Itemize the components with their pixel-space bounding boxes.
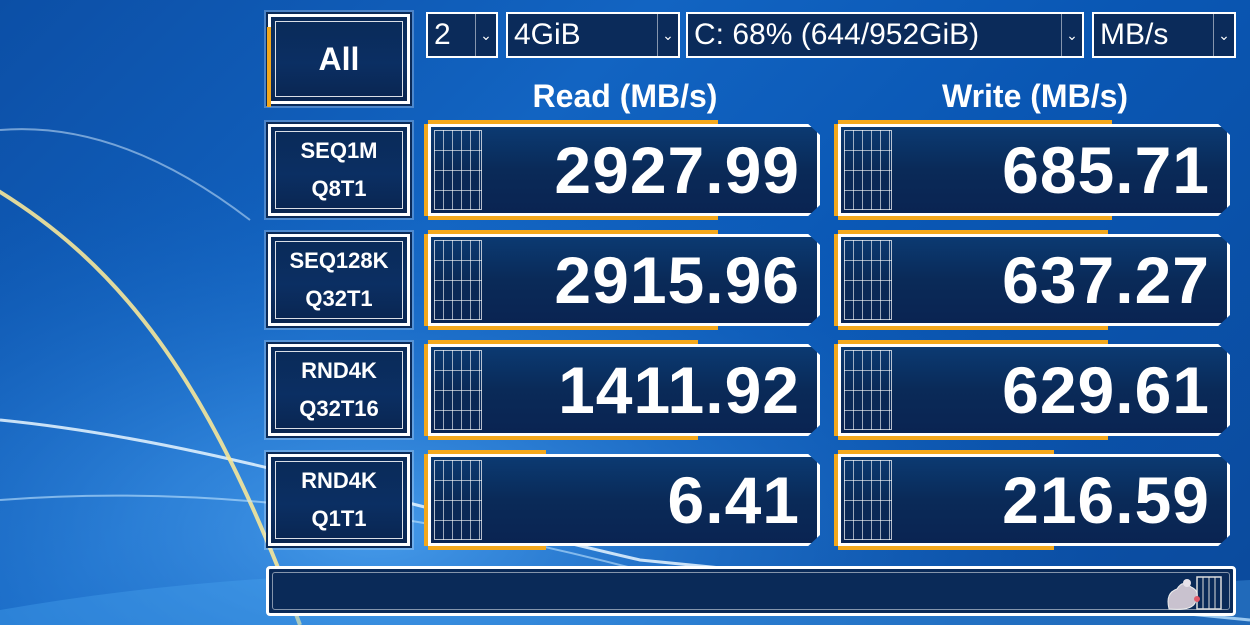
status-bar — [266, 566, 1236, 616]
write-result-cell: 685.71 — [834, 120, 1230, 220]
test-name-line1: SEQ128K — [289, 248, 389, 273]
write-result-cell: 629.61 — [834, 340, 1230, 440]
write-score-bar — [838, 326, 1108, 330]
test-size-value: 4GiB — [514, 18, 581, 51]
grill-icon — [434, 240, 482, 320]
run-all-label: All — [318, 41, 360, 77]
accent-bar — [834, 344, 838, 436]
test-name-line2: Q1T1 — [311, 506, 367, 531]
write-value: 685.71 — [1002, 133, 1210, 207]
chevron-down-icon: ⌄ — [475, 14, 496, 56]
accent-bar — [834, 454, 838, 546]
read-value: 2927.99 — [554, 133, 800, 207]
chevron-down-icon: ⌄ — [1061, 14, 1082, 56]
write-header: Write (MB/s) — [941, 78, 1129, 114]
run-all-button[interactable]: All — [266, 12, 412, 107]
read-score-bar — [428, 436, 698, 440]
read-score-bar — [428, 546, 546, 550]
test-name-line1: SEQ1M — [300, 138, 378, 163]
write-score-bar — [838, 216, 1112, 220]
write-value: 216.59 — [1002, 463, 1210, 537]
write-value: 637.27 — [1002, 243, 1210, 317]
write-score-bar — [838, 546, 1054, 550]
read-result-cell: 6.41 — [424, 450, 820, 550]
test-name-line2: Q32T1 — [305, 286, 373, 311]
read-value: 1411.92 — [558, 353, 800, 427]
accent-bar — [424, 234, 428, 326]
test-count-select[interactable]: 2 ⌄ — [426, 12, 498, 58]
grill-icon — [434, 350, 482, 430]
test-count-value: 2 — [434, 18, 451, 51]
grill-icon — [844, 460, 892, 540]
read-score-bar — [428, 450, 546, 454]
chevron-down-icon: ⌄ — [1213, 14, 1234, 56]
write-score-bar — [838, 436, 1108, 440]
accent-bar — [834, 234, 838, 326]
rnd4k-q1t1-button[interactable]: RND4K Q1T1 — [266, 452, 412, 548]
read-score-bar — [428, 326, 718, 330]
write-result-cell: 216.59 — [834, 450, 1230, 550]
write-value: 629.61 — [1002, 353, 1210, 427]
mascot-icon — [1167, 576, 1222, 610]
drive-value: C: 68% (644/952GiB) — [694, 18, 980, 51]
seq128k-q32t1-button[interactable]: SEQ128K Q32T1 — [266, 232, 412, 328]
read-result-cell: 2927.99 — [424, 120, 820, 220]
test-name-line1: RND4K — [301, 468, 377, 493]
grill-icon — [434, 130, 482, 210]
accent-bar — [424, 344, 428, 436]
grill-icon — [844, 240, 892, 320]
test-name-line1: RND4K — [301, 358, 377, 383]
drive-select[interactable]: C: 68% (644/952GiB) ⌄ — [686, 12, 1084, 58]
write-result-cell: 637.27 — [834, 230, 1230, 330]
read-header: Read (MB/s) — [532, 78, 718, 114]
unit-value: MB/s — [1100, 18, 1169, 51]
accent-bar — [424, 124, 428, 216]
unit-select[interactable]: MB/s ⌄ — [1092, 12, 1236, 58]
grill-icon — [844, 130, 892, 210]
read-score-bar — [428, 216, 718, 220]
chevron-down-icon: ⌄ — [657, 14, 678, 56]
read-result-cell: 2915.96 — [424, 230, 820, 330]
seq1m-q8t1-button[interactable]: SEQ1M Q8T1 — [266, 122, 412, 218]
read-result-cell: 1411.92 — [424, 340, 820, 440]
read-value: 6.41 — [667, 463, 800, 537]
rnd4k-q32t16-button[interactable]: RND4K Q32T16 — [266, 342, 412, 438]
grill-icon — [844, 350, 892, 430]
test-name-line2: Q8T1 — [311, 176, 367, 201]
test-name-line2: Q32T16 — [299, 396, 379, 421]
accent-bar — [424, 454, 428, 546]
read-value: 2915.96 — [554, 243, 800, 317]
test-size-select[interactable]: 4GiB ⌄ — [506, 12, 680, 58]
accent-bar — [834, 124, 838, 216]
grill-icon — [434, 460, 482, 540]
